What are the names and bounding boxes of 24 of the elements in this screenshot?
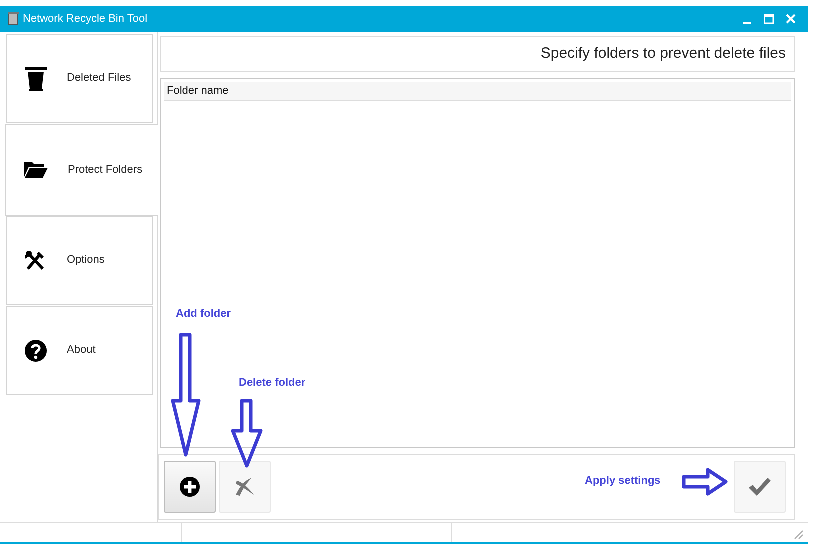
help-icon bbox=[25, 340, 47, 362]
annotation-label: Add folder bbox=[176, 307, 231, 322]
down-arrow bbox=[231, 399, 263, 469]
header-text: Specify folders to prevent delete files bbox=[540, 44, 786, 64]
window-title: Network Recycle Bin Tool bbox=[23, 12, 148, 27]
add-button[interactable] bbox=[164, 461, 216, 513]
resize-grip-icon[interactable] bbox=[792, 528, 804, 540]
right-arrow bbox=[682, 468, 728, 496]
close-icon[interactable] bbox=[786, 14, 796, 24]
checkmark-icon bbox=[748, 477, 772, 497]
recycle-bin-icon bbox=[8, 12, 19, 26]
tools-icon bbox=[25, 250, 47, 270]
sidebar-tab[interactable]: About bbox=[6, 306, 153, 395]
sidebar-tab[interactable]: Protect Folders bbox=[5, 124, 158, 216]
column-header[interactable]: Folder name bbox=[164, 82, 791, 100]
annotation-label: Delete folder bbox=[239, 376, 306, 391]
sidebar-tab[interactable]: Deleted Files bbox=[6, 34, 153, 123]
annotation-label: Apply settings bbox=[585, 474, 661, 489]
folder-icon bbox=[24, 162, 48, 178]
trash-icon bbox=[25, 66, 47, 90]
cross-icon bbox=[234, 477, 256, 497]
plus-icon bbox=[180, 477, 200, 497]
maximize-icon[interactable] bbox=[764, 14, 774, 24]
sidebar-tab[interactable]: Options bbox=[6, 216, 153, 305]
